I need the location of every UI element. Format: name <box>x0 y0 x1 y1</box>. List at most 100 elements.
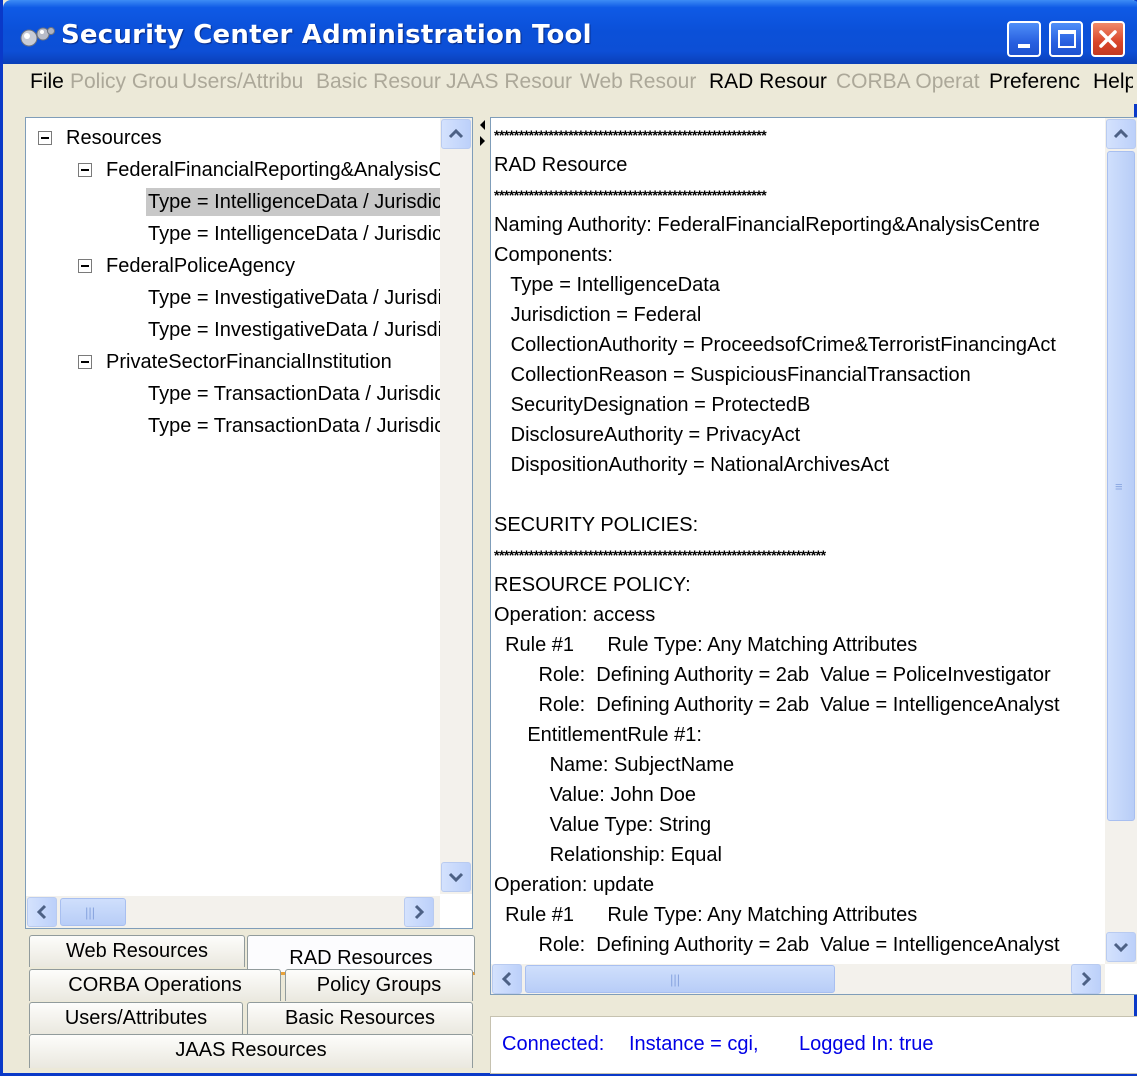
tree-horizontal-scrollbar[interactable]: ||| <box>26 896 440 928</box>
details-line: CollectionReason = SuspiciousFinancialTr… <box>494 364 971 386</box>
resource-details-panel: ****************************************… <box>490 117 1137 995</box>
details-line: Name: SubjectName <box>494 754 735 776</box>
menu-corba-operations[interactable]: CORBA Operat <box>836 70 982 94</box>
scroll-thumb[interactable]: ||| <box>60 898 126 926</box>
tree-leaf-resource[interactable]: Type = IntelligenceData / Jurisdiction =… <box>146 188 440 216</box>
scroll-left-button[interactable] <box>27 897 57 927</box>
tab-policy-groups[interactable]: Policy Groups <box>285 969 473 1001</box>
chevron-up-icon <box>1113 128 1129 139</box>
resource-details-text[interactable]: ****************************************… <box>494 118 1105 964</box>
details-line: Role: Defining Authority = 2ab Value = I… <box>494 934 1060 956</box>
details-line: RESOURCE POLICY: <box>494 574 691 596</box>
menu-policy-groups[interactable]: Policy Grou <box>70 70 178 94</box>
chevron-left-icon <box>501 971 512 987</box>
scroll-up-button[interactable] <box>1106 119 1136 149</box>
collapse-icon[interactable] <box>78 259 92 273</box>
scroll-right-button[interactable] <box>1071 964 1101 994</box>
tree-vertical-scrollbar[interactable] <box>440 118 472 894</box>
chevron-right-icon <box>414 904 425 920</box>
chevron-down-icon <box>448 872 464 883</box>
chevron-down-icon <box>1113 942 1129 953</box>
chevron-left-icon <box>36 904 47 920</box>
separator-line: ****************************************… <box>494 127 767 143</box>
details-line: DisclosureAuthority = PrivacyAct <box>494 424 801 446</box>
details-line: Jurisdiction = Federal <box>494 304 702 326</box>
tree-leaf-resource[interactable]: Type = InvestigativeData / Jurisdiction … <box>146 284 440 312</box>
details-line: Relationship: Equal <box>494 844 722 866</box>
details-line: Rule #1 Rule Type: Any Matching Attribut… <box>494 904 918 926</box>
tree-group-label: PrivateSectorFinancialInstitution <box>106 351 392 373</box>
maximize-icon <box>1058 30 1076 48</box>
tree-group-label: FederalFinancialReporting&AnalysisCentre <box>106 159 440 181</box>
tab-corba-operations[interactable]: CORBA Operations <box>29 969 281 1001</box>
details-line: Components: <box>494 244 613 266</box>
details-line: Type = IntelligenceData <box>494 274 720 296</box>
tree-group-label: FederalPoliceAgency <box>106 255 295 277</box>
tree-leaf-resource[interactable]: Type = InvestigativeData / Jurisdiction … <box>146 316 440 344</box>
menu-file[interactable]: File <box>30 70 66 94</box>
details-line: DispositionAuthority = NationalArchivesA… <box>494 454 890 476</box>
chevron-up-icon <box>448 128 464 139</box>
app-window: Security Center Administration Tool File… <box>0 0 1137 1076</box>
details-line: Role: Defining Authority = 2ab Value = I… <box>494 694 1060 716</box>
close-button[interactable] <box>1091 21 1125 57</box>
minimize-button[interactable] <box>1007 21 1041 57</box>
grip-icon: ||| <box>85 905 96 920</box>
details-line: Role: Defining Authority = 2ab Value = P… <box>494 664 1051 686</box>
tab-basic-resources[interactable]: Basic Resources <box>247 1002 473 1034</box>
menu-rad-resources[interactable]: RAD Resour <box>709 70 829 94</box>
separator-line: ****************************************… <box>494 187 767 203</box>
maximize-button[interactable] <box>1049 21 1083 57</box>
status-instance: Instance = cgi, <box>629 1033 759 1055</box>
tree-leaf-resource[interactable]: Type = TransactionData / Jurisdiction = … <box>146 380 440 408</box>
splitter-arrows-icon[interactable] <box>479 118 487 148</box>
menu-help[interactable]: Help <box>1093 70 1133 94</box>
chevron-right-icon <box>1081 971 1092 987</box>
grip-icon: ≡ <box>1115 479 1123 494</box>
tree-root-label: Resources <box>66 127 162 149</box>
details-vertical-scrollbar[interactable]: ≡ <box>1105 118 1137 964</box>
menu-basic-resources[interactable]: Basic Resour <box>316 70 442 94</box>
details-line: SECURITY POLICIES: <box>494 514 699 536</box>
tab-users-attributes[interactable]: Users/Attributes <box>29 1002 243 1034</box>
tree-leaf-resource[interactable]: Type = IntelligenceData / Jurisdiction =… <box>146 220 440 248</box>
resource-tree-panel: Resources FederalFinancialReporting&Anal… <box>25 117 473 929</box>
details-line: Value: John Doe <box>494 784 696 806</box>
window-title: Security Center Administration Tool <box>61 20 592 50</box>
details-line: Value Type: String <box>494 814 712 836</box>
menu-bar: File Policy Grou Users/Attribu Basic Res… <box>6 64 1137 104</box>
details-line: EntitlementRule #1: <box>494 724 702 746</box>
menu-preferences[interactable]: Preferenc <box>989 70 1087 94</box>
collapse-icon[interactable] <box>38 131 52 145</box>
title-bar[interactable]: Security Center Administration Tool <box>3 0 1137 64</box>
collapse-icon[interactable] <box>78 355 92 369</box>
menu-web-resources[interactable]: Web Resour <box>580 70 700 94</box>
grip-icon: ||| <box>670 972 681 987</box>
details-line: Operation: update <box>494 874 655 896</box>
scroll-up-button[interactable] <box>441 119 471 149</box>
details-line: Rule #1 Rule Type: Any Matching Attribut… <box>494 634 918 656</box>
scroll-thumb[interactable]: ≡ <box>1107 151 1135 821</box>
details-horizontal-scrollbar[interactable]: ||| <box>491 964 1105 994</box>
details-line: CollectionAuthority = ProceedsofCrime&Te… <box>494 334 1056 356</box>
scroll-down-button[interactable] <box>441 862 471 892</box>
tab-web-resources[interactable]: Web Resources <box>29 935 245 967</box>
resource-tree: Resources FederalFinancialReporting&Anal… <box>26 118 440 894</box>
collapse-icon[interactable] <box>78 163 92 177</box>
tab-jaas-resources[interactable]: JAAS Resources <box>29 1034 473 1068</box>
menu-jaas-resources[interactable]: JAAS Resour <box>446 70 574 94</box>
scroll-left-button[interactable] <box>492 964 522 994</box>
scroll-thumb[interactable]: ||| <box>525 965 835 993</box>
separator-line: ****************************************… <box>494 547 826 563</box>
details-line: RAD Resource <box>494 154 628 176</box>
details-line: SecurityDesignation = ProtectedB <box>494 394 811 416</box>
details-line: Operation: access <box>494 604 656 626</box>
status-connected: Connected: <box>502 1033 605 1055</box>
scroll-right-button[interactable] <box>404 897 434 927</box>
minimize-icon <box>1018 44 1030 48</box>
status-bar: Connected: Instance = cgi, Logged In: tr… <box>490 1016 1137 1074</box>
scroll-down-button[interactable] <box>1106 932 1136 962</box>
menu-users-attributes[interactable]: Users/Attribu <box>182 70 312 94</box>
tree-leaf-resource[interactable]: Type = TransactionData / Jurisdiction = … <box>146 412 440 440</box>
close-icon <box>1099 30 1117 48</box>
